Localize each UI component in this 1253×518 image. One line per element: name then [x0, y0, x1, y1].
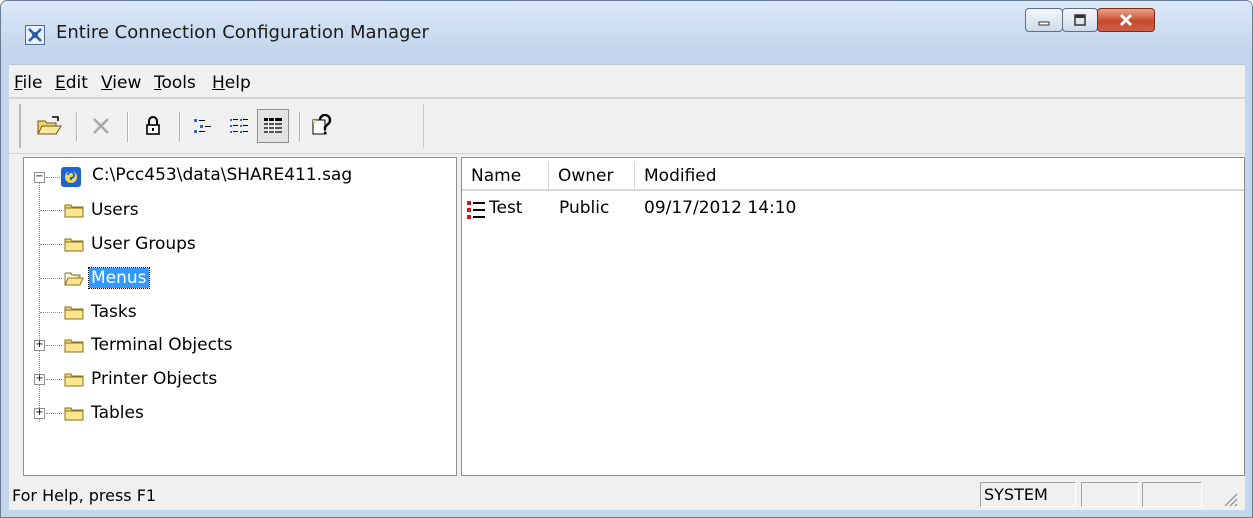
tree-item-label: Terminal Objects — [91, 335, 233, 355]
menu-help-rest: elp — [224, 73, 251, 93]
menu-help[interactable]: Help — [212, 73, 251, 93]
tree-connector — [40, 210, 62, 212]
large-icons-view-icon — [194, 119, 211, 133]
tree-connector — [46, 177, 60, 179]
status-bar: For Help, press F1 SYSTEM — [9, 480, 1245, 510]
status-text: For Help, press F1 — [12, 486, 157, 505]
menu-bar: File Edit View Tools Help — [9, 64, 1245, 97]
large-icons-view-button[interactable] — [189, 112, 217, 140]
cell-owner: Public — [559, 198, 610, 218]
tree-item-users[interactable]: Users — [40, 196, 141, 224]
menu-object-icon — [467, 201, 485, 219]
status-user-panel: SYSTEM — [980, 482, 1076, 507]
expand-icon[interactable]: + — [34, 408, 45, 419]
tree-item-label: Printer Objects — [91, 369, 218, 389]
menu-file[interactable]: File — [14, 73, 42, 93]
cell-modified: 09/17/2012 14:10 — [644, 198, 797, 218]
tree-connector — [46, 379, 62, 381]
expand-icon[interactable]: + — [34, 374, 45, 385]
app-window: Entire Connection Configuration Manager … — [0, 0, 1253, 518]
window-title: Entire Connection Configuration Manager — [56, 22, 429, 43]
status-panel-empty — [1081, 482, 1139, 507]
collapse-icon[interactable]: − — [34, 172, 45, 183]
open-folder-icon — [37, 116, 62, 135]
toolbar-separator — [76, 112, 78, 142]
title-bar[interactable]: Entire Connection Configuration Manager — [1, 1, 1252, 57]
menu-edit-mnemonic: E — [55, 73, 66, 93]
maximize-icon — [1063, 9, 1097, 31]
folder-icon — [64, 238, 84, 252]
toolbar-separator — [299, 112, 301, 142]
menu-tools-mnemonic: T — [154, 73, 162, 93]
delete-icon — [93, 118, 109, 134]
menu-file-rest: ile — [22, 73, 43, 93]
open-button[interactable] — [35, 112, 63, 140]
open-folder-icon — [64, 272, 84, 286]
context-help-button[interactable] — [309, 112, 337, 140]
menu-view-mnemonic: V — [101, 73, 113, 93]
menu-view[interactable]: View — [101, 73, 141, 93]
folder-icon — [64, 204, 84, 218]
database-icon — [61, 167, 81, 187]
tree-item-user-groups[interactable]: User Groups — [40, 230, 198, 258]
tree-item-menus[interactable]: Menus — [40, 264, 150, 292]
tree-item-label: Tasks — [91, 302, 137, 322]
tree-item-tables[interactable]: + Tables — [34, 399, 146, 427]
menu-help-mnemonic: H — [212, 73, 225, 93]
tree-connector — [40, 278, 62, 280]
tree-item-label: User Groups — [91, 234, 196, 254]
tree-connector — [39, 182, 41, 422]
lock-icon — [146, 116, 160, 135]
list-view-icon — [230, 119, 248, 133]
tree-root-label: C:\Pcc453\data\SHARE411.sag — [92, 165, 353, 185]
tree-item-label: Tables — [91, 403, 144, 423]
expand-icon[interactable]: + — [34, 340, 45, 351]
menu-file-mnemonic: F — [14, 73, 23, 93]
column-header-modified[interactable]: Modified — [635, 162, 1244, 190]
tree-item-label: Menus — [88, 267, 150, 289]
maximize-button[interactable] — [1062, 8, 1098, 32]
menu-edit-rest: dit — [65, 73, 88, 93]
folder-icon — [64, 339, 84, 353]
tree-connector — [40, 244, 62, 246]
minimize-button[interactable] — [1025, 8, 1063, 32]
lock-button[interactable] — [139, 112, 167, 140]
context-help-icon — [312, 114, 332, 135]
tree-item-label: Users — [91, 200, 139, 220]
close-icon — [1098, 9, 1154, 31]
close-button[interactable] — [1097, 8, 1155, 32]
tree-item-printer-objects[interactable]: + Printer Objects — [34, 365, 219, 393]
minimize-icon — [1026, 9, 1062, 31]
toolbar — [9, 98, 1245, 153]
toolbar-band — [19, 104, 424, 148]
column-header-owner[interactable]: Owner — [549, 162, 635, 190]
menu-tools-rest: ools — [161, 73, 196, 93]
menu-edit[interactable]: Edit — [55, 73, 88, 93]
folder-icon — [64, 306, 84, 320]
list-view[interactable]: Name Owner Modified Test Public 09/17/20… — [461, 157, 1245, 476]
resize-grip-icon[interactable] — [1219, 488, 1239, 508]
cell-name: Test — [489, 198, 523, 218]
status-panel-empty — [1142, 482, 1202, 507]
client-area: − C:\Pcc453\data\SHARE411.sag Users User… — [9, 154, 1245, 480]
delete-button[interactable] — [87, 112, 115, 140]
menu-view-rest: iew — [112, 73, 142, 93]
toolbar-separator — [127, 112, 129, 142]
folder-icon — [64, 373, 84, 387]
details-view-icon — [264, 118, 282, 133]
tree-item-terminal-objects[interactable]: + Terminal Objects — [34, 331, 234, 359]
app-icon[interactable] — [25, 25, 45, 45]
column-header-name[interactable]: Name — [462, 162, 549, 190]
folder-icon — [64, 407, 84, 421]
toolbar-separator — [179, 112, 181, 142]
tree-connector — [40, 312, 62, 314]
tree-view[interactable]: − C:\Pcc453\data\SHARE411.sag Users User… — [23, 157, 457, 476]
list-view-button[interactable] — [225, 112, 253, 140]
menu-tools[interactable]: Tools — [154, 73, 196, 93]
details-view-button[interactable] — [257, 109, 289, 143]
tree-connector — [46, 413, 62, 415]
tree-item-tasks[interactable]: Tasks — [40, 298, 139, 326]
tree-connector — [46, 345, 62, 347]
